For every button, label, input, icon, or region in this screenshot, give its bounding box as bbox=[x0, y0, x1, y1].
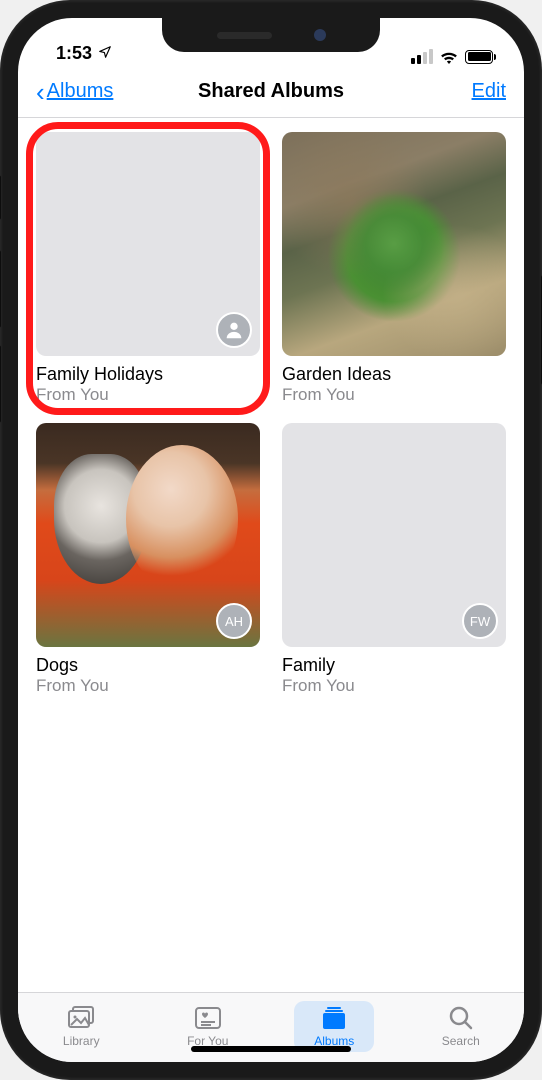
tab-for-you[interactable]: For You bbox=[168, 1001, 248, 1052]
album-title: Family bbox=[282, 655, 506, 676]
silent-switch bbox=[0, 175, 1, 220]
screen: 1:53 ‹ Albums bbox=[18, 18, 524, 1062]
tab-search[interactable]: Search bbox=[421, 1001, 501, 1052]
initials-badge: FW bbox=[462, 603, 498, 639]
album-subtitle: From You bbox=[282, 676, 506, 696]
back-button[interactable]: ‹ Albums bbox=[36, 79, 113, 105]
album-dogs[interactable]: AH Dogs From You bbox=[36, 423, 260, 696]
page-title: Shared Albums bbox=[198, 80, 344, 103]
home-indicator[interactable] bbox=[191, 1046, 351, 1052]
album-subtitle: From You bbox=[36, 676, 260, 696]
initials-badge: AH bbox=[216, 603, 252, 639]
album-garden-ideas[interactable]: Garden Ideas From You bbox=[282, 132, 506, 405]
albums-icon bbox=[319, 1005, 349, 1031]
chevron-left-icon: ‹ bbox=[36, 79, 45, 105]
notch bbox=[162, 18, 380, 52]
location-icon bbox=[98, 43, 112, 64]
album-title: Dogs bbox=[36, 655, 260, 676]
album-thumbnail: AH bbox=[36, 423, 260, 647]
cellular-signal-icon bbox=[411, 49, 433, 64]
tab-albums[interactable]: Albums bbox=[294, 1001, 374, 1052]
album-title: Family Holidays bbox=[36, 364, 260, 385]
tab-library[interactable]: Library bbox=[41, 1001, 121, 1052]
wifi-icon bbox=[439, 49, 459, 64]
search-icon bbox=[446, 1005, 476, 1031]
volume-down-button bbox=[0, 345, 1, 423]
album-family-holidays[interactable]: Family Holidays From You bbox=[36, 132, 260, 405]
person-badge-icon bbox=[216, 312, 252, 348]
album-thumbnail: FW bbox=[282, 423, 506, 647]
tab-label: Library bbox=[63, 1034, 100, 1048]
album-family[interactable]: FW Family From You bbox=[282, 423, 506, 696]
phone-frame: 1:53 ‹ Albums bbox=[0, 0, 542, 1080]
clock: 1:53 bbox=[56, 43, 92, 64]
for-you-icon bbox=[193, 1005, 223, 1031]
album-title: Garden Ideas bbox=[282, 364, 506, 385]
battery-icon bbox=[465, 50, 496, 64]
back-label: Albums bbox=[47, 80, 114, 103]
navigation-bar: ‹ Albums Shared Albums Edit bbox=[18, 66, 524, 118]
volume-up-button bbox=[0, 250, 1, 328]
album-thumbnail bbox=[282, 132, 506, 356]
albums-grid: Family Holidays From You Garden Ideas Fr… bbox=[18, 118, 524, 992]
album-subtitle: From You bbox=[36, 385, 260, 405]
edit-button[interactable]: Edit bbox=[472, 80, 506, 103]
tab-label: Search bbox=[442, 1034, 480, 1048]
album-subtitle: From You bbox=[282, 385, 506, 405]
album-thumbnail bbox=[36, 132, 260, 356]
library-icon bbox=[66, 1005, 96, 1031]
